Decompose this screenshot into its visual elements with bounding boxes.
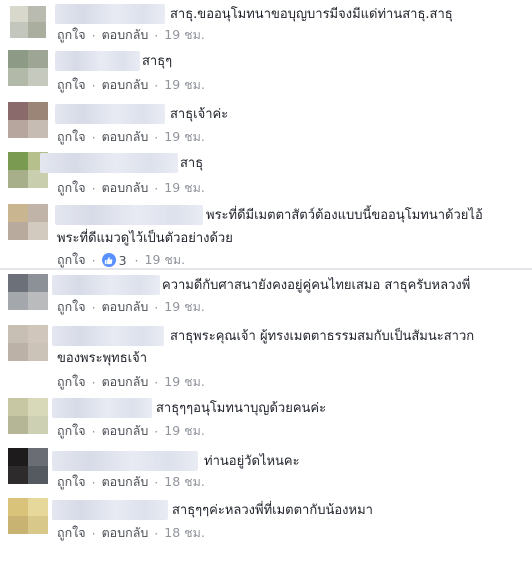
reply-link[interactable]: ตอบกลับ: [102, 523, 149, 543]
like-link[interactable]: ถูกใจ: [57, 297, 86, 317]
comment-actions: ถูกใจ · ตอบกลับ · 18 ชม.: [57, 472, 205, 492]
separator-dot: ·: [154, 77, 159, 93]
reply-link[interactable]: ตอบกลับ: [102, 297, 149, 317]
timestamp[interactable]: 19 ชม.: [164, 25, 205, 45]
commenter-name-redacted[interactable]: [52, 398, 152, 418]
commenter-name-redacted[interactable]: [55, 51, 140, 71]
commenter-name-redacted[interactable]: [55, 104, 165, 124]
separator-dot: ·: [91, 374, 96, 390]
timestamp[interactable]: 18 ชม.: [164, 472, 205, 492]
avatar[interactable]: [8, 102, 48, 138]
reply-link[interactable]: ตอบกลับ: [102, 75, 149, 95]
separator-dot: ·: [91, 129, 96, 145]
comment-actions: ถูกใจ · ตอบกลับ · 19 ชม.: [57, 297, 205, 317]
comment-text: พระที่ดีมีเมตตาสัตว์ต้องแบบนี้ขออนุโมทนา…: [206, 208, 483, 223]
like-link[interactable]: ถูกใจ: [57, 127, 86, 147]
avatar[interactable]: [8, 204, 48, 240]
timestamp[interactable]: 19 ชม.: [164, 421, 205, 441]
like-link[interactable]: ถูกใจ: [57, 523, 86, 543]
separator-dot: ·: [91, 423, 96, 439]
separator-dot: ·: [154, 299, 159, 315]
reply-link[interactable]: ตอบกลับ: [102, 178, 149, 198]
avatar[interactable]: [8, 274, 48, 310]
reply-link[interactable]: ตอบกลับ: [102, 25, 149, 45]
reply-link[interactable]: ตอบกลับ: [102, 127, 149, 147]
comment-text: ท่านอยู่วัดไหนคะ: [204, 454, 300, 469]
commenter-name-redacted[interactable]: [52, 500, 168, 520]
separator-dot: ·: [154, 180, 159, 196]
separator-dot: ·: [91, 299, 96, 315]
avatar[interactable]: [8, 498, 48, 534]
comment-text: สาธุเจ้าค่ะ: [170, 107, 229, 122]
separator-dot: ·: [91, 525, 96, 541]
separator-dot: ·: [91, 180, 96, 196]
comment-text: สาธุพระคุณเจ้า ผู้ทรงเมตตาธรรมสมกับเป็นส…: [170, 329, 475, 344]
like-link[interactable]: ถูกใจ: [57, 472, 86, 492]
comment-text: ความดีกับศาสนายังคงอยู่คู่คนไทยเสมอ สาธุ…: [162, 278, 471, 293]
like-link[interactable]: ถูกใจ: [57, 178, 86, 198]
comment-text: สาธุ: [180, 156, 204, 171]
commenter-name-redacted[interactable]: [52, 451, 198, 471]
separator-dot: ·: [154, 129, 159, 145]
separator-dot: ·: [154, 423, 159, 439]
comment-text-line-2: พระที่ดีแมวดูไว้เป็นตัวอย่างด้วย: [57, 231, 233, 246]
commenter-name-redacted[interactable]: [40, 153, 178, 173]
timestamp[interactable]: 18 ชม.: [164, 523, 205, 543]
timestamp[interactable]: 19 ชม.: [164, 372, 205, 392]
comment-actions: ถูกใจ · 3 · 19 ชม.: [57, 250, 185, 270]
commenter-name-redacted[interactable]: [52, 275, 160, 295]
comment-actions: ถูกใจ · ตอบกลับ · 18 ชม.: [57, 523, 205, 543]
separator-dot: ·: [91, 252, 96, 268]
timestamp[interactable]: 19 ชม.: [164, 127, 205, 147]
separator-dot: ·: [154, 27, 159, 43]
comment-text-line-2: ของพระพุทธเจ้า: [57, 351, 148, 366]
avatar[interactable]: [8, 398, 48, 434]
comment-actions: ถูกใจ · ตอบกลับ · 19 ชม.: [57, 127, 205, 147]
timestamp[interactable]: 19 ชม.: [145, 250, 186, 270]
comment-text: สาธุ.ขออนุโมทนาขอบุญบารมีจงมีแด่ท่านสาธุ…: [170, 7, 453, 22]
separator-dot: ·: [154, 525, 159, 541]
avatar[interactable]: [10, 6, 46, 38]
comment-text: สาธุๆๆค่ะหลวงพี่ที่เมตตากับน้องหมา: [172, 503, 373, 518]
commenter-name-redacted[interactable]: [55, 4, 165, 24]
section-divider: [0, 268, 532, 270]
comment-actions: ถูกใจ · ตอบกลับ · 19 ชม.: [57, 372, 205, 392]
timestamp[interactable]: 19 ชม.: [164, 297, 205, 317]
separator-dot: ·: [91, 474, 96, 490]
comment-text: สาธุๆๆอนุโมทนาบุญด้วยคนค่ะ: [156, 401, 327, 416]
avatar[interactable]: [8, 325, 48, 361]
like-link[interactable]: ถูกใจ: [57, 250, 86, 270]
comment-actions: ถูกใจ · ตอบกลับ · 19 ชม.: [57, 75, 205, 95]
timestamp[interactable]: 19 ชม.: [164, 75, 205, 95]
comment-actions: ถูกใจ · ตอบกลับ · 19 ชม.: [57, 25, 205, 45]
reply-link[interactable]: ตอบกลับ: [102, 421, 149, 441]
commenter-name-redacted[interactable]: [55, 205, 203, 225]
thumbs-up-icon[interactable]: [101, 253, 116, 267]
reaction-count[interactable]: 3: [119, 253, 127, 268]
separator-dot: ·: [154, 474, 159, 490]
commenter-name-redacted[interactable]: [52, 326, 164, 346]
timestamp[interactable]: 19 ชม.: [164, 178, 205, 198]
separator-dot: ·: [154, 374, 159, 390]
separator-dot: ·: [91, 77, 96, 93]
comment-actions: ถูกใจ · ตอบกลับ · 19 ชม.: [57, 421, 205, 441]
like-link[interactable]: ถูกใจ: [57, 75, 86, 95]
like-link[interactable]: ถูกใจ: [57, 421, 86, 441]
comment-actions: ถูกใจ · ตอบกลับ · 19 ชม.: [57, 178, 205, 198]
separator-dot: ·: [134, 252, 139, 268]
separator-dot: ·: [91, 27, 96, 43]
reply-link[interactable]: ตอบกลับ: [102, 372, 149, 392]
avatar[interactable]: [8, 50, 48, 86]
like-link[interactable]: ถูกใจ: [57, 25, 86, 45]
comment-text: สาธุๆ: [142, 54, 173, 69]
avatar[interactable]: [8, 448, 48, 484]
reply-link[interactable]: ตอบกลับ: [102, 472, 149, 492]
like-link[interactable]: ถูกใจ: [57, 372, 86, 392]
